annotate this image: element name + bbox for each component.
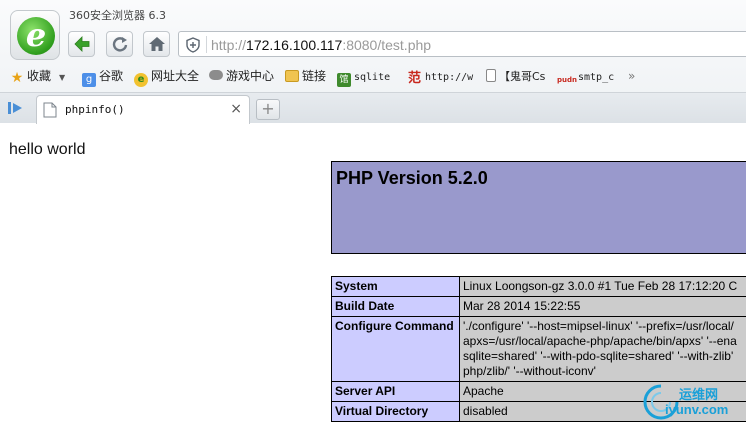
google-icon: g: [82, 73, 96, 87]
bookmark-sqlite[interactable]: 馆 sqlite: [337, 68, 391, 87]
row-value-line: sqlite=shared' '--with-pdo-sqlite=shared…: [463, 349, 734, 363]
row-value-line: php/zlib/' '--without-iconv': [463, 364, 596, 378]
watermark-en: iyunv.com: [665, 402, 729, 417]
row-key: Virtual Directory: [331, 401, 460, 422]
web-nav-icon: e: [134, 73, 148, 87]
bookmark-label: 游戏中心: [226, 69, 275, 83]
table-row: Configure Command './configure' '--host=m…: [331, 316, 746, 382]
sqlite-icon: 馆: [337, 73, 351, 87]
row-value-line: './configure' '--host=mipsel-linux' '--p…: [463, 319, 734, 333]
star-icon: ★: [10, 70, 24, 86]
bookmark-label: http://w: [425, 72, 474, 83]
url-text[interactable]: http://172.16.100.117:8080/test.php: [211, 37, 431, 53]
php-version-header: PHP Version 5.2.0: [331, 161, 746, 254]
tab-label: phpinfo(): [65, 103, 125, 116]
bookmark-label: smtp_c: [578, 72, 615, 83]
bookmark-favorites[interactable]: ★ 收藏 ▼: [10, 68, 65, 86]
refresh-icon: [112, 37, 128, 52]
row-value: Mar 28 2014 15:22:55: [459, 296, 746, 317]
new-tab-button[interactable]: +: [256, 99, 280, 120]
table-row: Build Date Mar 28 2014 15:22:55: [331, 296, 746, 317]
row-key: System: [331, 276, 460, 297]
bookmark-links[interactable]: 链接: [285, 68, 326, 86]
chevron-down-icon: ▼: [59, 73, 66, 82]
folder-icon: [285, 70, 299, 82]
php-version-title: PHP Version 5.2.0: [336, 168, 488, 188]
address-separator: [206, 36, 207, 53]
bookmark-label: 链接: [302, 69, 327, 83]
row-key: Server API: [331, 381, 460, 402]
refresh-button[interactable]: [106, 31, 133, 57]
bookmark-games[interactable]: 游戏中心: [209, 68, 274, 86]
row-key: Configure Command: [331, 316, 460, 382]
bookmark-guige[interactable]: 【鬼哥Cs: [486, 68, 545, 86]
bookmark-label: 【鬼哥Cs: [499, 70, 546, 83]
bookmark-label: 谷歌: [99, 69, 124, 83]
row-value-line: apxs=/usr/local/apache-php/apache/bin/ap…: [463, 334, 737, 348]
address-bar[interactable]: http://172.16.100.117:8080/test.php: [178, 31, 746, 57]
bookmark-google[interactable]: g 谷歌: [82, 68, 124, 87]
pudn-icon: pudn: [557, 76, 577, 84]
table-row: System Linux Loongson-gz 3.0.0 #1 Tue Feb…: [331, 276, 746, 297]
row-key: Build Date: [331, 296, 460, 317]
gamepad-icon: [209, 70, 223, 80]
url-scheme: http://: [211, 37, 247, 53]
back-button[interactable]: [68, 31, 95, 57]
page-icon: [486, 69, 496, 82]
watermark: 运维网 iyunv.com: [641, 380, 746, 426]
browser-logo[interactable]: e: [10, 10, 60, 60]
row-value-line: Mar 28 2014 15:22:55: [463, 299, 581, 313]
logo-e-icon: e: [25, 16, 47, 54]
window-title: 360安全浏览器 6.3: [69, 9, 166, 22]
page-icon: [43, 102, 57, 118]
tab-bar: phpinfo() × +: [0, 92, 746, 124]
row-value: Linux Loongson-gz 3.0.0 #1 Tue Feb 28 17…: [459, 276, 746, 297]
bookmark-web-nav[interactable]: e 网址大全: [134, 68, 200, 87]
bookmark-label: 收藏: [27, 69, 52, 83]
fan-icon: 范: [408, 71, 422, 86]
shield-icon[interactable]: [185, 37, 201, 53]
bookmark-label: 网址大全: [151, 69, 200, 83]
bookmark-http[interactable]: 范 http://w: [408, 68, 473, 86]
home-button[interactable]: [143, 31, 170, 57]
close-tab-icon[interactable]: ×: [230, 101, 242, 117]
home-icon: [149, 37, 165, 51]
back-arrow-icon: [74, 36, 90, 52]
url-rest: :8080/test.php: [342, 37, 432, 53]
tab-phpinfo[interactable]: phpinfo() ×: [36, 95, 250, 124]
url-host: 172.16.100.117: [246, 37, 343, 53]
row-value-line: Linux Loongson-gz 3.0.0 #1 Tue Feb 28 17…: [463, 279, 738, 293]
hello-text: hello world: [9, 141, 86, 158]
bookmark-smtp[interactable]: pudnsmtp_c: [557, 68, 614, 86]
browser-chrome: e 360安全浏览器 6.3 http://172.16.100.117:808…: [0, 0, 746, 124]
page-content: hello world PHP Version 5.2.0 System Linu…: [0, 124, 746, 426]
watermark-cn: 运维网: [679, 388, 719, 403]
row-value: './configure' '--host=mipsel-linux' '--p…: [459, 316, 746, 382]
bookmarks-overflow-icon[interactable]: »: [628, 68, 635, 86]
sidebar-toggle-icon[interactable]: [5, 99, 27, 117]
bookmark-label: sqlite: [354, 72, 391, 83]
bookmarks-bar: ★ 收藏 ▼ g 谷歌 e 网址大全 游戏中心 链接 馆 sqlite 范 http://w…: [0, 65, 746, 87]
